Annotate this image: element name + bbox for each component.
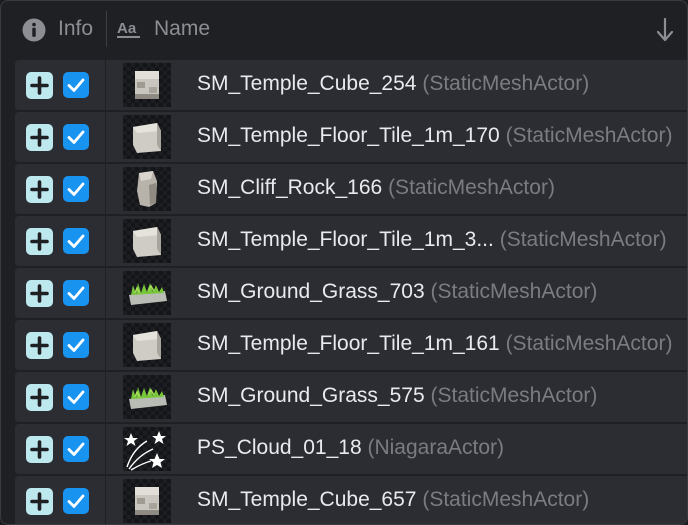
list-item[interactable]: SM_Temple_Floor_Tile_1m_170 (StaticMeshA…: [15, 112, 687, 162]
row-divider: [105, 268, 106, 318]
actor-type: (StaticMeshActor): [505, 124, 673, 147]
actor-name: SM_Temple_Cube_254: [197, 72, 417, 95]
plus-icon[interactable]: [26, 176, 53, 203]
row-divider: [105, 476, 106, 524]
list-item[interactable]: SM_Temple_Cube_254 (StaticMeshActor): [15, 60, 687, 110]
actor-name: SM_Temple_Floor_Tile_1m_170: [197, 124, 500, 147]
text-aa-icon[interactable]: Aa: [117, 18, 141, 40]
name-column-header[interactable]: Name: [154, 17, 210, 41]
row-divider: [105, 164, 106, 214]
checkmark-icon: [67, 234, 85, 248]
plus-icon[interactable]: [26, 384, 53, 411]
plus-icon[interactable]: [26, 488, 53, 515]
floor-tile-thumbnail: [123, 115, 171, 159]
actor-label: SM_Ground_Grass_703 (StaticMeshActor): [197, 280, 597, 304]
checkmark-icon: [67, 338, 85, 352]
plus-icon[interactable]: [26, 72, 53, 99]
checkmark-icon: [67, 442, 85, 456]
actor-label: SM_Temple_Floor_Tile_1m_161 (StaticMeshA…: [197, 332, 672, 356]
actor-label: PS_Cloud_01_18 (NiagaraActor): [197, 436, 504, 460]
visibility-checkbox[interactable]: [63, 124, 89, 150]
visibility-checkbox[interactable]: [63, 72, 89, 98]
checkmark-icon: [67, 182, 85, 196]
actor-name: SM_Temple_Cube_657: [197, 488, 417, 511]
cliff-rock-thumbnail: [123, 167, 171, 211]
svg-text:Aa: Aa: [117, 20, 137, 37]
list-item[interactable]: SM_Temple_Floor_Tile_1m_3... (StaticMesh…: [15, 216, 687, 266]
actor-type: (StaticMeshActor): [422, 488, 590, 511]
actor-label: SM_Ground_Grass_575 (StaticMeshActor): [197, 384, 597, 408]
actor-type: (NiagaraActor): [367, 436, 505, 459]
temple-cube-thumbnail: [123, 63, 171, 107]
info-icon[interactable]: [22, 18, 46, 42]
ground-grass-thumbnail: [123, 271, 171, 315]
row-divider: [105, 424, 106, 474]
actor-label: SM_Temple_Floor_Tile_1m_170 (StaticMeshA…: [197, 124, 672, 148]
info-column-header[interactable]: Info: [58, 17, 93, 41]
actor-name: SM_Temple_Floor_Tile_1m_161: [197, 332, 500, 355]
actor-label: SM_Temple_Cube_254 (StaticMeshActor): [197, 72, 589, 96]
list-header: Info Aa Name: [1, 1, 687, 59]
list-item[interactable]: SM_Cliff_Rock_166 (StaticMeshActor): [15, 164, 687, 214]
actor-label: SM_Temple_Floor_Tile_1m_3... (StaticMesh…: [197, 228, 667, 252]
actor-type: (StaticMeshActor): [388, 176, 555, 199]
row-divider: [105, 372, 106, 422]
plus-icon[interactable]: [26, 280, 53, 307]
plus-icon[interactable]: [26, 124, 53, 151]
checkmark-icon: [67, 130, 85, 144]
visibility-checkbox[interactable]: [63, 436, 89, 462]
niagara-particle-icon: [123, 427, 171, 471]
actor-label: SM_Temple_Cube_657 (StaticMeshActor): [197, 488, 589, 512]
actor-name: SM_Ground_Grass_575: [197, 384, 425, 407]
floor-tile-thumbnail: [123, 219, 171, 263]
visibility-checkbox[interactable]: [63, 176, 89, 202]
plus-icon[interactable]: [26, 332, 53, 359]
temple-cube-thumbnail: [123, 479, 171, 523]
visibility-checkbox[interactable]: [63, 384, 89, 410]
plus-icon[interactable]: [26, 228, 53, 255]
outliner-panel: Info Aa Name SM_Temple_Cube_254 (StaticM…: [0, 0, 688, 525]
list-item[interactable]: SM_Temple_Floor_Tile_1m_161 (StaticMeshA…: [15, 320, 687, 370]
ground-grass-thumbnail: [123, 375, 171, 419]
list-item[interactable]: SM_Temple_Cube_657 (StaticMeshActor): [15, 476, 687, 524]
actor-type: (StaticMeshActor): [430, 384, 598, 407]
actor-label: SM_Cliff_Rock_166 (StaticMeshActor): [197, 176, 555, 200]
actor-type: (StaticMeshActor): [430, 280, 598, 303]
checkmark-icon: [67, 390, 85, 404]
actor-type: (StaticMeshActor): [505, 332, 673, 355]
plus-icon[interactable]: [26, 436, 53, 463]
sort-arrow-down-icon[interactable]: [655, 17, 675, 43]
checkmark-icon: [67, 494, 85, 508]
visibility-checkbox[interactable]: [63, 280, 89, 306]
actor-name: PS_Cloud_01_18: [197, 436, 362, 459]
list-item[interactable]: SM_Ground_Grass_703 (StaticMeshActor): [15, 268, 687, 318]
visibility-checkbox[interactable]: [63, 228, 89, 254]
header-divider: [106, 11, 107, 47]
visibility-checkbox[interactable]: [63, 488, 89, 514]
actor-type: (StaticMeshActor): [499, 228, 667, 251]
row-divider: [105, 320, 106, 370]
list-item[interactable]: PS_Cloud_01_18 (NiagaraActor): [15, 424, 687, 474]
actor-name: SM_Ground_Grass_703: [197, 280, 425, 303]
actor-name: SM_Temple_Floor_Tile_1m_3...: [197, 228, 494, 251]
checkmark-icon: [67, 286, 85, 300]
checkmark-icon: [67, 78, 85, 92]
floor-tile-thumbnail: [123, 323, 171, 367]
row-divider: [105, 112, 106, 162]
list-item[interactable]: SM_Ground_Grass_575 (StaticMeshActor): [15, 372, 687, 422]
row-divider: [105, 216, 106, 266]
actor-name: SM_Cliff_Rock_166: [197, 176, 383, 199]
visibility-checkbox[interactable]: [63, 332, 89, 358]
row-divider: [105, 60, 106, 110]
actor-type: (StaticMeshActor): [422, 72, 590, 95]
